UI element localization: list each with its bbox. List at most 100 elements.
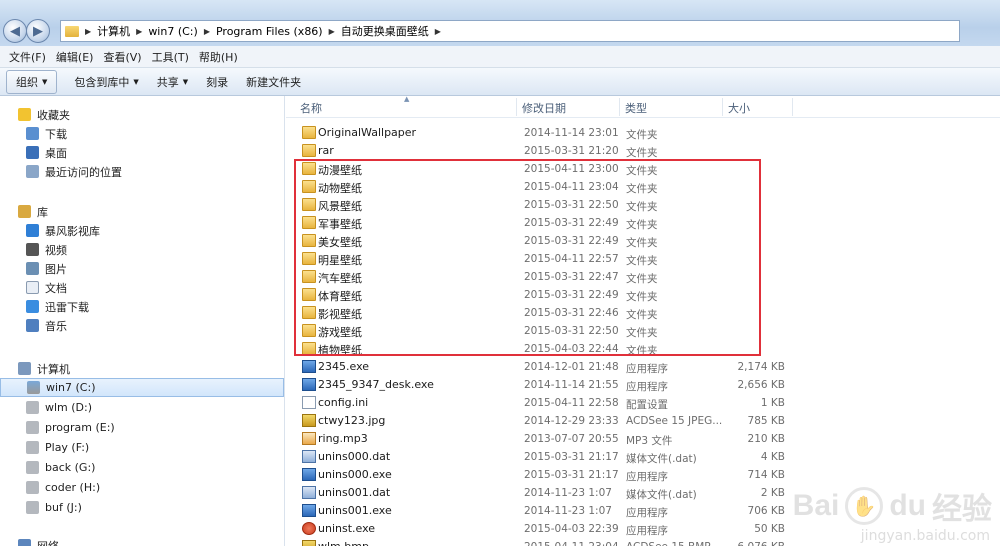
share-button[interactable]: 共享 ▼ [148,71,197,93]
nav-drive-g[interactable]: back (G:) [26,458,310,477]
column-divider[interactable] [619,98,620,116]
menu-file[interactable]: 文件(F) [4,49,51,65]
column-size[interactable]: 大小 [728,100,750,116]
file-type: 配置设置 [626,399,668,411]
breadcrumb-item[interactable]: 计算机 ▶ [93,23,144,39]
forward-button[interactable]: ▶ [26,19,50,43]
nav-network[interactable]: 网络 [18,536,302,546]
windows-drive-icon [27,381,40,394]
picture-icon [26,262,39,275]
baidu-paw-icon: ✋ [845,487,884,525]
file-row[interactable]: unins000.dat 2015-03-31 21:17 媒体文件(.dat) 4 … [286,448,1000,466]
menu-help[interactable]: 帮助(H) [194,49,243,65]
computer-icon [18,362,31,375]
film-icon [26,243,39,256]
file-type: 媒体文件(.dat) [626,453,697,465]
drive-icon [26,501,39,514]
nav-item-desktop[interactable]: 桌面 [26,143,310,162]
column-divider[interactable] [792,98,793,116]
address-bar-area: ◀ ▶ ▶ 计算机 ▶ win7 (C:) ▶ Program Files (x86… [0,0,1000,46]
file-row[interactable]: OriginalWallpaper 2014-11-14 23:01 文件夹 [286,124,1000,142]
nav-drive-e[interactable]: program (E:) [26,418,310,437]
folder-icon [302,126,316,139]
column-date[interactable]: 修改日期 [522,100,566,116]
column-divider[interactable] [516,98,517,116]
breadcrumb-item[interactable]: Program Files (x86) ▶ [212,25,337,38]
nav-computer[interactable]: 计算机 [18,359,302,378]
file-row[interactable]: ring.mp3 2013-07-07 20:55 MP3 文件 210 KB [286,430,1000,448]
folder-icon [302,144,316,157]
file-row[interactable]: config.ini 2015-04-11 22:58 配置设置 1 KB [286,394,1000,412]
nav-item-pictures[interactable]: 图片 [26,259,310,278]
jpg-file-icon [302,414,316,427]
file-name: 2345_9347_desk.exe [318,378,434,391]
burn-button[interactable]: 刻录 [197,71,237,93]
file-row[interactable]: 2345.exe 2014-12-01 21:48 应用程序 2,174 KB [286,358,1000,376]
config-file-icon [302,396,316,409]
file-size: 706 KB [747,505,785,517]
file-size: 2,656 KB [737,379,786,391]
nav-favorites[interactable]: 收藏夹 [18,105,302,124]
desktop-icon [26,146,39,159]
column-name[interactable]: 名称 [300,100,322,116]
breadcrumb-item[interactable]: win7 (C:) ▶ [144,25,212,38]
drive-icon [26,461,39,474]
navigation-pane: 收藏夹 下载 桌面 最近访问的位置 库 暴风影视库 视频 图片 文档 迅雷下载 … [0,96,285,546]
breadcrumb[interactable]: ▶ 计算机 ▶ win7 (C:) ▶ Program Files (x86) ▶ 自… [60,20,960,42]
nav-item-downloads[interactable]: 下载 [26,124,310,143]
file-row[interactable]: unins000.exe 2015-03-31 21:17 应用程序 714 KB [286,466,1000,484]
file-date: 2014-11-23 1:07 [524,505,612,517]
file-date: 2013-07-07 20:55 [524,433,619,445]
file-date: 2014-11-23 1:07 [524,487,612,499]
file-name: unins000.dat [318,450,391,463]
file-size: 714 KB [747,469,785,481]
file-date: 2014-11-14 23:01 [524,127,619,139]
file-name: 2345.exe [318,360,370,373]
sort-ascending-icon: ▲ [404,95,410,103]
file-date: 2015-04-03 22:39 [524,523,619,535]
nav-item-music[interactable]: 音乐 [26,316,310,335]
nav-item-documents[interactable]: 文档 [26,278,310,297]
organize-button[interactable]: 组织 ▼ [6,69,58,94]
nav-item-xunlei[interactable]: 迅雷下载 [26,297,310,316]
file-name: wlm.bmp [318,540,369,546]
file-date: 2014-11-14 21:55 [524,379,619,391]
nav-libraries[interactable]: 库 [18,202,302,221]
file-name: rar [318,144,334,157]
file-row[interactable]: 2345_9347_desk.exe 2014-11-14 21:55 应用程序 2,… [286,376,1000,394]
include-in-library-button[interactable]: 包含到库中 ▼ [65,71,147,93]
nav-drive-c[interactable]: win7 (C:) [0,378,284,397]
file-date: 2014-12-29 23:33 [524,415,619,427]
file-type: 应用程序 [626,525,668,537]
breadcrumb-item[interactable]: 自动更换桌面壁纸 ▶ [337,23,443,39]
menu-edit[interactable]: 编辑(E) [51,49,99,65]
file-name: config.ini [318,396,369,409]
file-name: unins001.dat [318,486,391,499]
file-date: 2014-12-01 21:48 [524,361,619,373]
menu-tools[interactable]: 工具(T) [147,49,194,65]
file-size: 6,076 KB [738,541,786,546]
nav-drive-f[interactable]: Play (F:) [26,438,310,457]
recent-places-icon [26,165,39,178]
column-divider[interactable] [722,98,723,116]
back-button[interactable]: ◀ [3,19,27,43]
chevron-down-icon: ▼ [42,77,48,86]
nav-item-baofeng[interactable]: 暴风影视库 [26,221,310,240]
file-row[interactable]: rar 2015-03-31 21:20 文件夹 [286,142,1000,160]
nav-item-recent[interactable]: 最近访问的位置 [26,162,310,181]
nav-drive-h[interactable]: coder (H:) [26,478,310,497]
nav-drive-j[interactable]: buf (J:) [26,498,310,517]
file-type: 应用程序 [626,381,668,393]
file-row[interactable]: ctwy123.jpg 2014-12-29 23:33 ACDSee 15 JPE… [286,412,1000,430]
watermark-url: jingyan.baidu.com [860,528,990,544]
new-folder-button[interactable]: 新建文件夹 [237,71,310,93]
chevron-right-icon: ▶ [85,26,92,36]
nav-item-videos[interactable]: 视频 [26,240,310,259]
file-type: 文件夹 [626,147,658,159]
nav-drive-d[interactable]: wlm (D:) [26,398,310,417]
dat-file-icon [302,450,316,463]
menu-view[interactable]: 查看(V) [98,49,146,65]
file-size: 210 KB [747,433,785,445]
chevron-right-icon: ▶ [434,26,441,36]
column-type[interactable]: 类型 [625,100,647,116]
